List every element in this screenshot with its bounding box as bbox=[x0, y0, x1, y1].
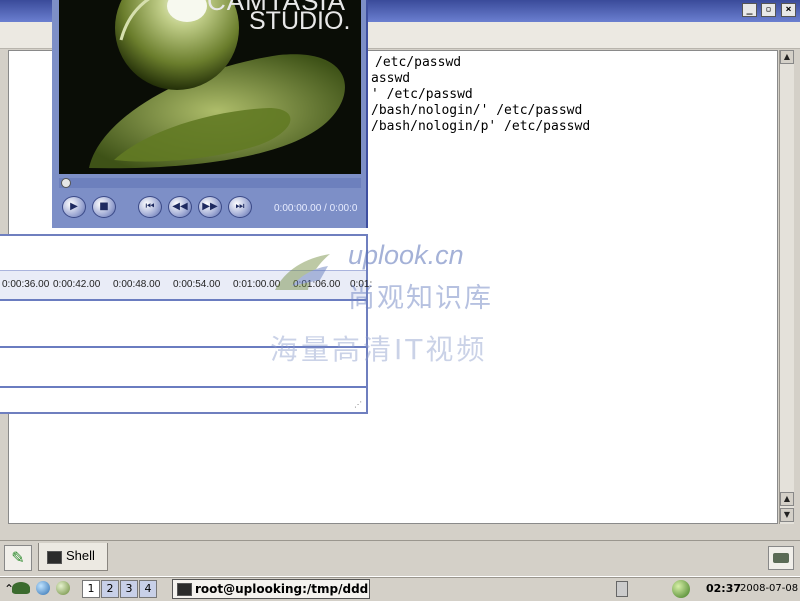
terminal-scrollbar[interactable]: ▲ ▲ ▼ bbox=[779, 50, 794, 524]
timeline-tick-label: 0:00:42.00 bbox=[53, 279, 101, 290]
timeline-tick-label: 0:01:06.00 bbox=[293, 279, 341, 290]
terminal-line: /etc/passwd bbox=[375, 55, 462, 70]
start-menu-icon[interactable] bbox=[12, 582, 30, 594]
brand-subtitle: STUDIO. bbox=[249, 7, 351, 35]
terminal-line: ' /etc/passwd bbox=[371, 87, 473, 102]
timeline-tick-label: 0:01:00.00 bbox=[233, 279, 281, 290]
scroll-up-arrow-icon[interactable]: ▲ bbox=[780, 492, 794, 506]
maximize-button[interactable]: ▫ bbox=[761, 3, 776, 17]
terminal-tabbar: ✎ Shell bbox=[0, 540, 800, 575]
chat-icon[interactable] bbox=[768, 546, 794, 570]
close-button[interactable]: × bbox=[781, 3, 796, 17]
desktop-2-button[interactable]: 2 bbox=[101, 580, 119, 598]
skip-back-button[interactable]: ⏮ bbox=[138, 196, 162, 218]
terminal-icon bbox=[47, 551, 62, 564]
desktop-pager: 1 2 3 4 bbox=[82, 580, 160, 598]
new-session-icon[interactable]: ✎ bbox=[4, 545, 32, 571]
terminal-line: asswd bbox=[371, 71, 411, 86]
browser-icon[interactable] bbox=[36, 581, 50, 595]
timeline-tick-label: 0:00:54.00 bbox=[173, 279, 221, 290]
desktop-4-button[interactable]: 4 bbox=[139, 580, 157, 598]
time-display: 0:00:00.00 / 0:00:0 bbox=[274, 203, 358, 214]
track-divider bbox=[0, 386, 366, 388]
seek-bar[interactable] bbox=[59, 178, 361, 188]
scroll-up-arrow-icon[interactable]: ▲ bbox=[780, 50, 794, 64]
taskbar-window-button[interactable]: root@uplooking:/tmp/ddd bbox=[172, 579, 370, 599]
terminal-line: /bash/nologin/' /etc/passwd bbox=[371, 103, 583, 118]
clock-date[interactable]: 2008-07-08 bbox=[740, 583, 798, 594]
video-canvas: CAMTASIA STUDIO. bbox=[59, 0, 361, 174]
clipboard-icon[interactable] bbox=[616, 581, 628, 597]
terminal-line: /bash/nologin/p' /etc/passwd bbox=[371, 119, 591, 134]
play-button[interactable]: ▶ bbox=[62, 196, 86, 218]
rewind-button[interactable]: ◀◀ bbox=[168, 196, 192, 218]
desktop-3-button[interactable]: 3 bbox=[120, 580, 138, 598]
taskbar: ⌃ 1 2 3 4 root@uplooking:/tmp/ddd 02:37 … bbox=[0, 576, 800, 601]
timeline-ruler[interactable]: 0:00:36.00 0:00:42.00 0:00:48.00 0:00:54… bbox=[0, 270, 372, 301]
clock-time[interactable]: 02:37 bbox=[706, 582, 741, 595]
tab-shell[interactable]: Shell bbox=[38, 543, 108, 571]
minimize-button[interactable]: _ bbox=[742, 3, 757, 17]
fast-forward-button[interactable]: ▶▶ bbox=[198, 196, 222, 218]
timeline-tick-label: 0:00:48.00 bbox=[113, 279, 161, 290]
terminal-icon bbox=[177, 583, 192, 596]
skip-forward-button[interactable]: ⏭ bbox=[228, 196, 252, 218]
taskbar-window-title: root@uplooking:/tmp/ddd bbox=[195, 582, 369, 596]
scroll-down-arrow-icon[interactable]: ▼ bbox=[780, 508, 794, 522]
file-manager-icon[interactable] bbox=[56, 581, 70, 595]
timeline-tick-label: 0:00:36.00 bbox=[2, 279, 50, 290]
stop-button[interactable]: ■ bbox=[92, 196, 116, 218]
network-status-icon[interactable] bbox=[672, 580, 690, 598]
timeline-tick-label: 0:01: bbox=[350, 279, 373, 290]
seek-handle[interactable] bbox=[61, 178, 71, 188]
camtasia-timeline: 0:00:36.00 0:00:42.00 0:00:48.00 0:00:54… bbox=[0, 234, 372, 414]
desktop-1-button[interactable]: 1 bbox=[82, 580, 100, 598]
camtasia-player: CAMTASIA STUDIO. ▶ ■ ⏮ ◀◀ ▶▶ ⏭ 0:00:00.0… bbox=[52, 0, 368, 228]
tab-label: Shell bbox=[66, 548, 95, 563]
track-divider bbox=[0, 346, 366, 348]
resize-grip-icon[interactable]: ⋰ bbox=[354, 400, 362, 409]
